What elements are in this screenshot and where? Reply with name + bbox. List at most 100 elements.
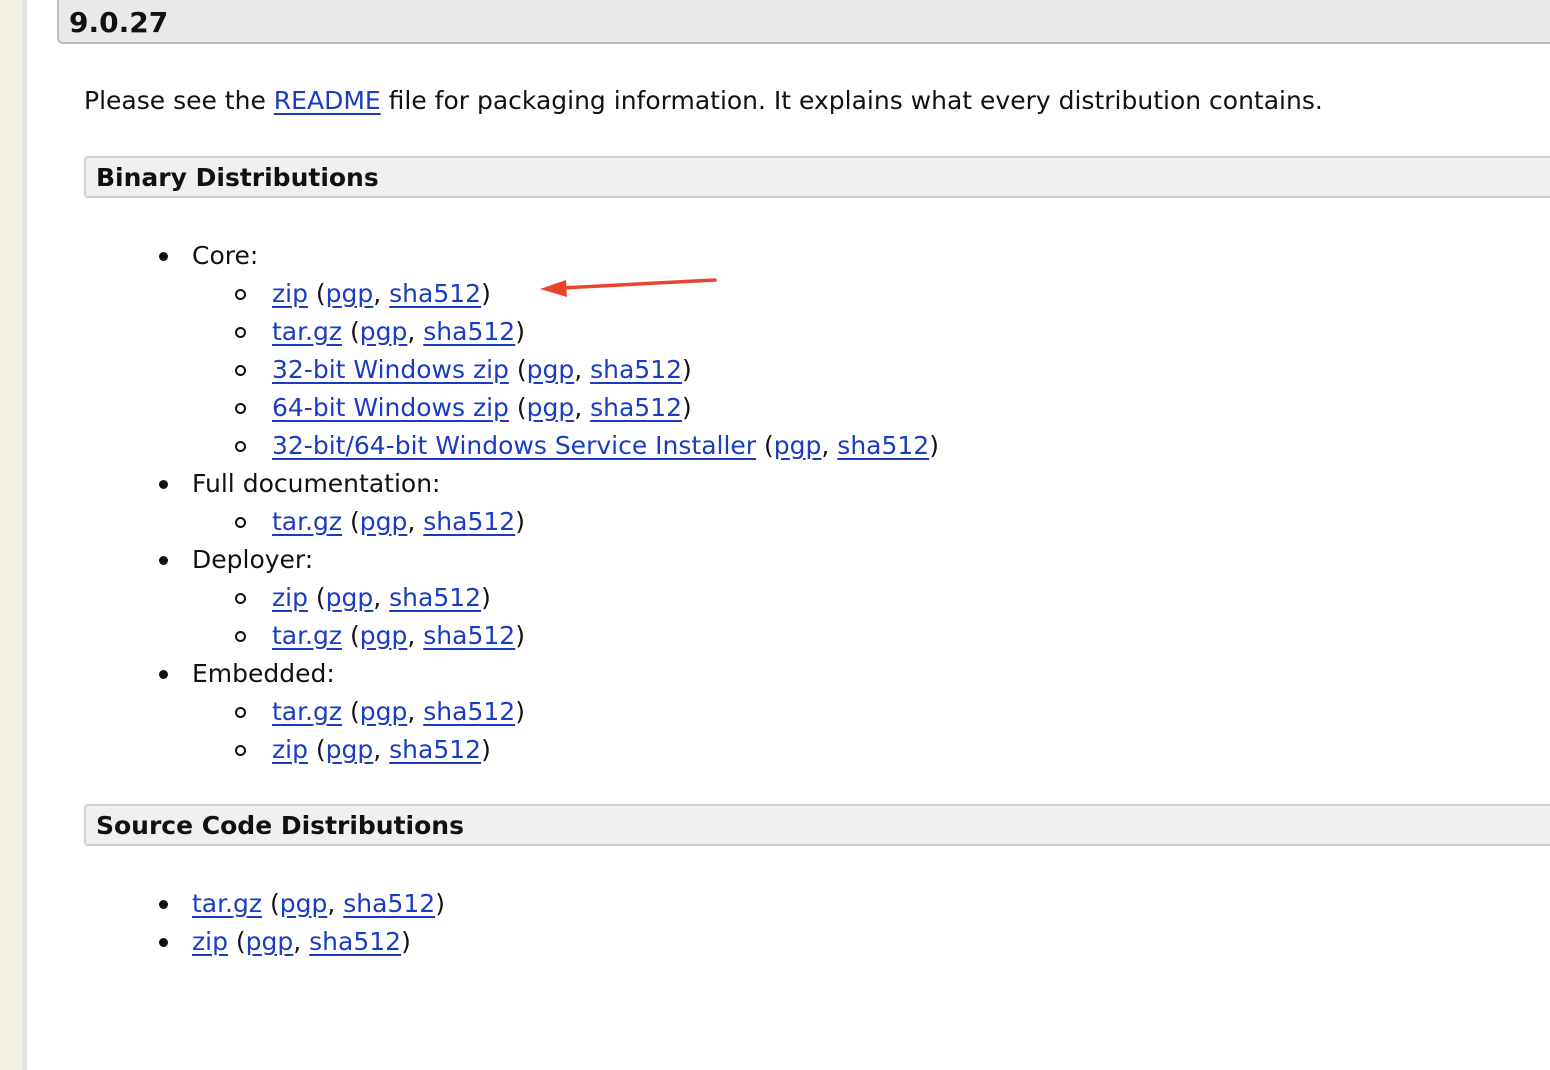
download-link[interactable]: zip [192, 927, 228, 956]
punct: , [407, 317, 424, 346]
punct: ) [682, 393, 692, 422]
source-distributions-list: tar.gz (pgp, sha512) zip (pgp, sha512) [27, 885, 445, 961]
punct: ) [401, 927, 411, 956]
group-label: Embedded: [192, 659, 335, 688]
source-distributions-heading: Source Code Distributions [84, 804, 1550, 846]
sha512-link[interactable]: sha512 [343, 889, 435, 918]
readme-link[interactable]: README [274, 86, 381, 115]
download-link[interactable]: tar.gz [272, 697, 342, 726]
group-label: Full documentation: [192, 469, 441, 498]
sha512-link[interactable]: sha512 [590, 355, 682, 384]
group-core: Core: zip (pgp, sha512) tar.gz (pgp, sha… [27, 237, 939, 465]
pgp-link[interactable]: pgp [527, 393, 575, 422]
pgp-link[interactable]: pgp [326, 735, 374, 764]
punct: ( [508, 393, 527, 422]
list-item: 32-bit Windows zip (pgp, sha512) [192, 351, 939, 389]
punct: , [407, 621, 424, 650]
punct: ( [342, 317, 360, 346]
download-link[interactable]: zip [272, 583, 308, 612]
punct: ) [515, 317, 525, 346]
pgp-link[interactable]: pgp [360, 507, 408, 536]
punct: , [821, 431, 838, 460]
intro-after: file for packaging information. It expla… [380, 86, 1323, 115]
list-item: tar.gz (pgp, sha512) [192, 313, 939, 351]
page-content: 9.0.27 Please see the README file for pa… [27, 0, 1550, 1070]
punct: ) [435, 889, 445, 918]
group-full-documentation: Full documentation: tar.gz (pgp, sha512) [27, 465, 939, 541]
group-label: Deployer: [192, 545, 314, 574]
punct: ( [307, 735, 326, 764]
download-link[interactable]: zip [272, 735, 308, 764]
punct: , [327, 889, 344, 918]
punct: ) [515, 507, 525, 536]
punct: ( [307, 583, 326, 612]
pgp-link[interactable]: pgp [360, 697, 408, 726]
intro-before: Please see the [84, 86, 274, 115]
punct: ( [307, 279, 326, 308]
punct: ( [342, 507, 360, 536]
list-item: 64-bit Windows zip (pgp, sha512) [192, 389, 939, 427]
punct: ) [515, 621, 525, 650]
punct: , [373, 279, 390, 308]
binary-distributions-heading: Binary Distributions [84, 156, 1550, 198]
punct: ( [262, 889, 280, 918]
punct: , [373, 735, 390, 764]
list-item: zip (pgp, sha512) [192, 731, 939, 769]
download-link[interactable]: 32-bit/64-bit Windows Service Installer [272, 431, 756, 460]
punct: ) [929, 431, 939, 460]
punct: , [293, 927, 310, 956]
download-link[interactable]: 64-bit Windows zip [272, 393, 509, 422]
pgp-link[interactable]: pgp [360, 317, 408, 346]
pgp-link[interactable]: pgp [326, 279, 374, 308]
sha512-link[interactable]: sha512 [590, 393, 682, 422]
list-item: tar.gz (pgp, sha512) [192, 503, 939, 541]
list-item: zip (pgp, sha512) [192, 579, 939, 617]
version-header: 9.0.27 [57, 0, 1550, 44]
download-link[interactable]: zip [272, 279, 308, 308]
sha512-link[interactable]: sha512 [389, 583, 481, 612]
punct: ) [682, 355, 692, 384]
sha512-link[interactable]: sha512 [423, 317, 515, 346]
punct: ) [481, 583, 491, 612]
punct: ( [227, 927, 246, 956]
punct: ) [515, 697, 525, 726]
pgp-link[interactable]: pgp [326, 583, 374, 612]
list-item: 32-bit/64-bit Windows Service Installer … [192, 427, 939, 465]
punct: ( [508, 355, 527, 384]
punct: , [373, 583, 390, 612]
list-item: tar.gz (pgp, sha512) [27, 885, 445, 923]
pgp-link[interactable]: pgp [280, 889, 328, 918]
group-label: Core: [192, 241, 259, 270]
sha512-link[interactable]: sha512 [389, 735, 481, 764]
list-item: tar.gz (pgp, sha512) [192, 617, 939, 655]
sha512-link[interactable]: sha512 [309, 927, 401, 956]
list-item: zip (pgp, sha512) [27, 923, 445, 961]
list-item: tar.gz (pgp, sha512) [192, 693, 939, 731]
download-link[interactable]: tar.gz [272, 317, 342, 346]
pgp-link[interactable]: pgp [246, 927, 294, 956]
punct: ) [481, 279, 491, 308]
group-embedded: Embedded: tar.gz (pgp, sha512) zip (pgp,… [27, 655, 939, 769]
pgp-link[interactable]: pgp [774, 431, 822, 460]
download-link[interactable]: tar.gz [272, 507, 342, 536]
annotation-arrow-icon [540, 278, 717, 297]
punct: ) [481, 735, 491, 764]
download-link[interactable]: tar.gz [272, 621, 342, 650]
download-link[interactable]: 32-bit Windows zip [272, 355, 509, 384]
sha512-link[interactable]: sha512 [423, 507, 515, 536]
punct: ( [342, 697, 360, 726]
left-rail [0, 0, 27, 1070]
binary-distributions-list: Core: zip (pgp, sha512) tar.gz (pgp, sha… [27, 237, 939, 769]
download-link[interactable]: tar.gz [192, 889, 262, 918]
sha512-link[interactable]: sha512 [423, 697, 515, 726]
punct: , [407, 507, 424, 536]
intro-text: Please see the README file for packaging… [84, 84, 1323, 118]
punct: ( [756, 431, 774, 460]
group-deployer: Deployer: zip (pgp, sha512) tar.gz (pgp,… [27, 541, 939, 655]
pgp-link[interactable]: pgp [527, 355, 575, 384]
sha512-link[interactable]: sha512 [389, 279, 481, 308]
sha512-link[interactable]: sha512 [837, 431, 929, 460]
pgp-link[interactable]: pgp [360, 621, 408, 650]
punct: , [574, 393, 591, 422]
sha512-link[interactable]: sha512 [423, 621, 515, 650]
